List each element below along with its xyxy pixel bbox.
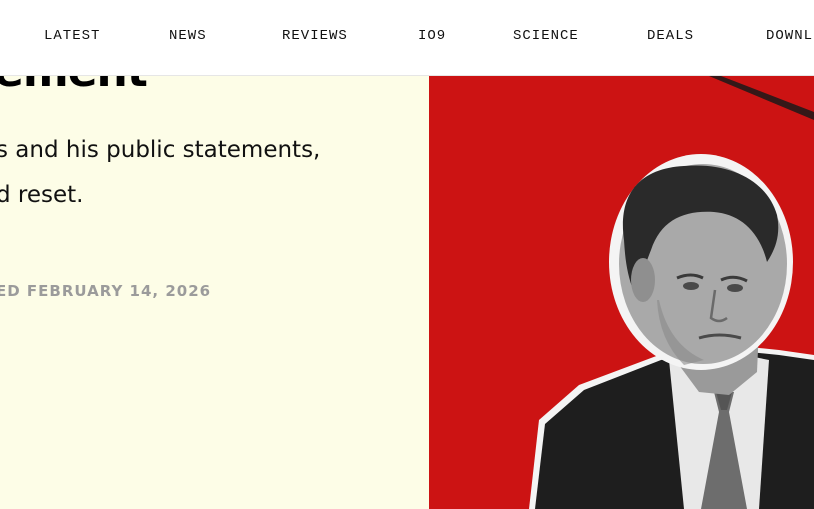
nav-item-news[interactable]: NEWS [169, 28, 207, 44]
nav-item-reviews[interactable]: REVIEWS [282, 28, 348, 44]
dek-line: d reset. [0, 182, 84, 208]
portrait-illustration [529, 76, 814, 509]
nav-item-io9[interactable]: IO9 [418, 28, 446, 44]
publish-dateline: ED FEBRUARY 14, 2026 [0, 282, 212, 300]
dek-line: s and his public statements, [0, 137, 321, 163]
nav-item-downloads[interactable]: DOWNL [766, 28, 813, 44]
nav-item-deals[interactable]: DEALS [647, 28, 694, 44]
hero-image [429, 0, 814, 509]
nav-item-latest[interactable]: LATEST [44, 28, 100, 44]
top-navigation: LATEST NEWS REVIEWS IO9 SCIENCE DEALS DO… [0, 0, 814, 76]
article-panel: ement s and his public statements, d res… [0, 0, 429, 509]
article-dek: s and his public statements, d reset. [0, 128, 429, 218]
article-page: ement s and his public statements, d res… [0, 0, 814, 509]
nav-item-science[interactable]: SCIENCE [513, 28, 579, 44]
